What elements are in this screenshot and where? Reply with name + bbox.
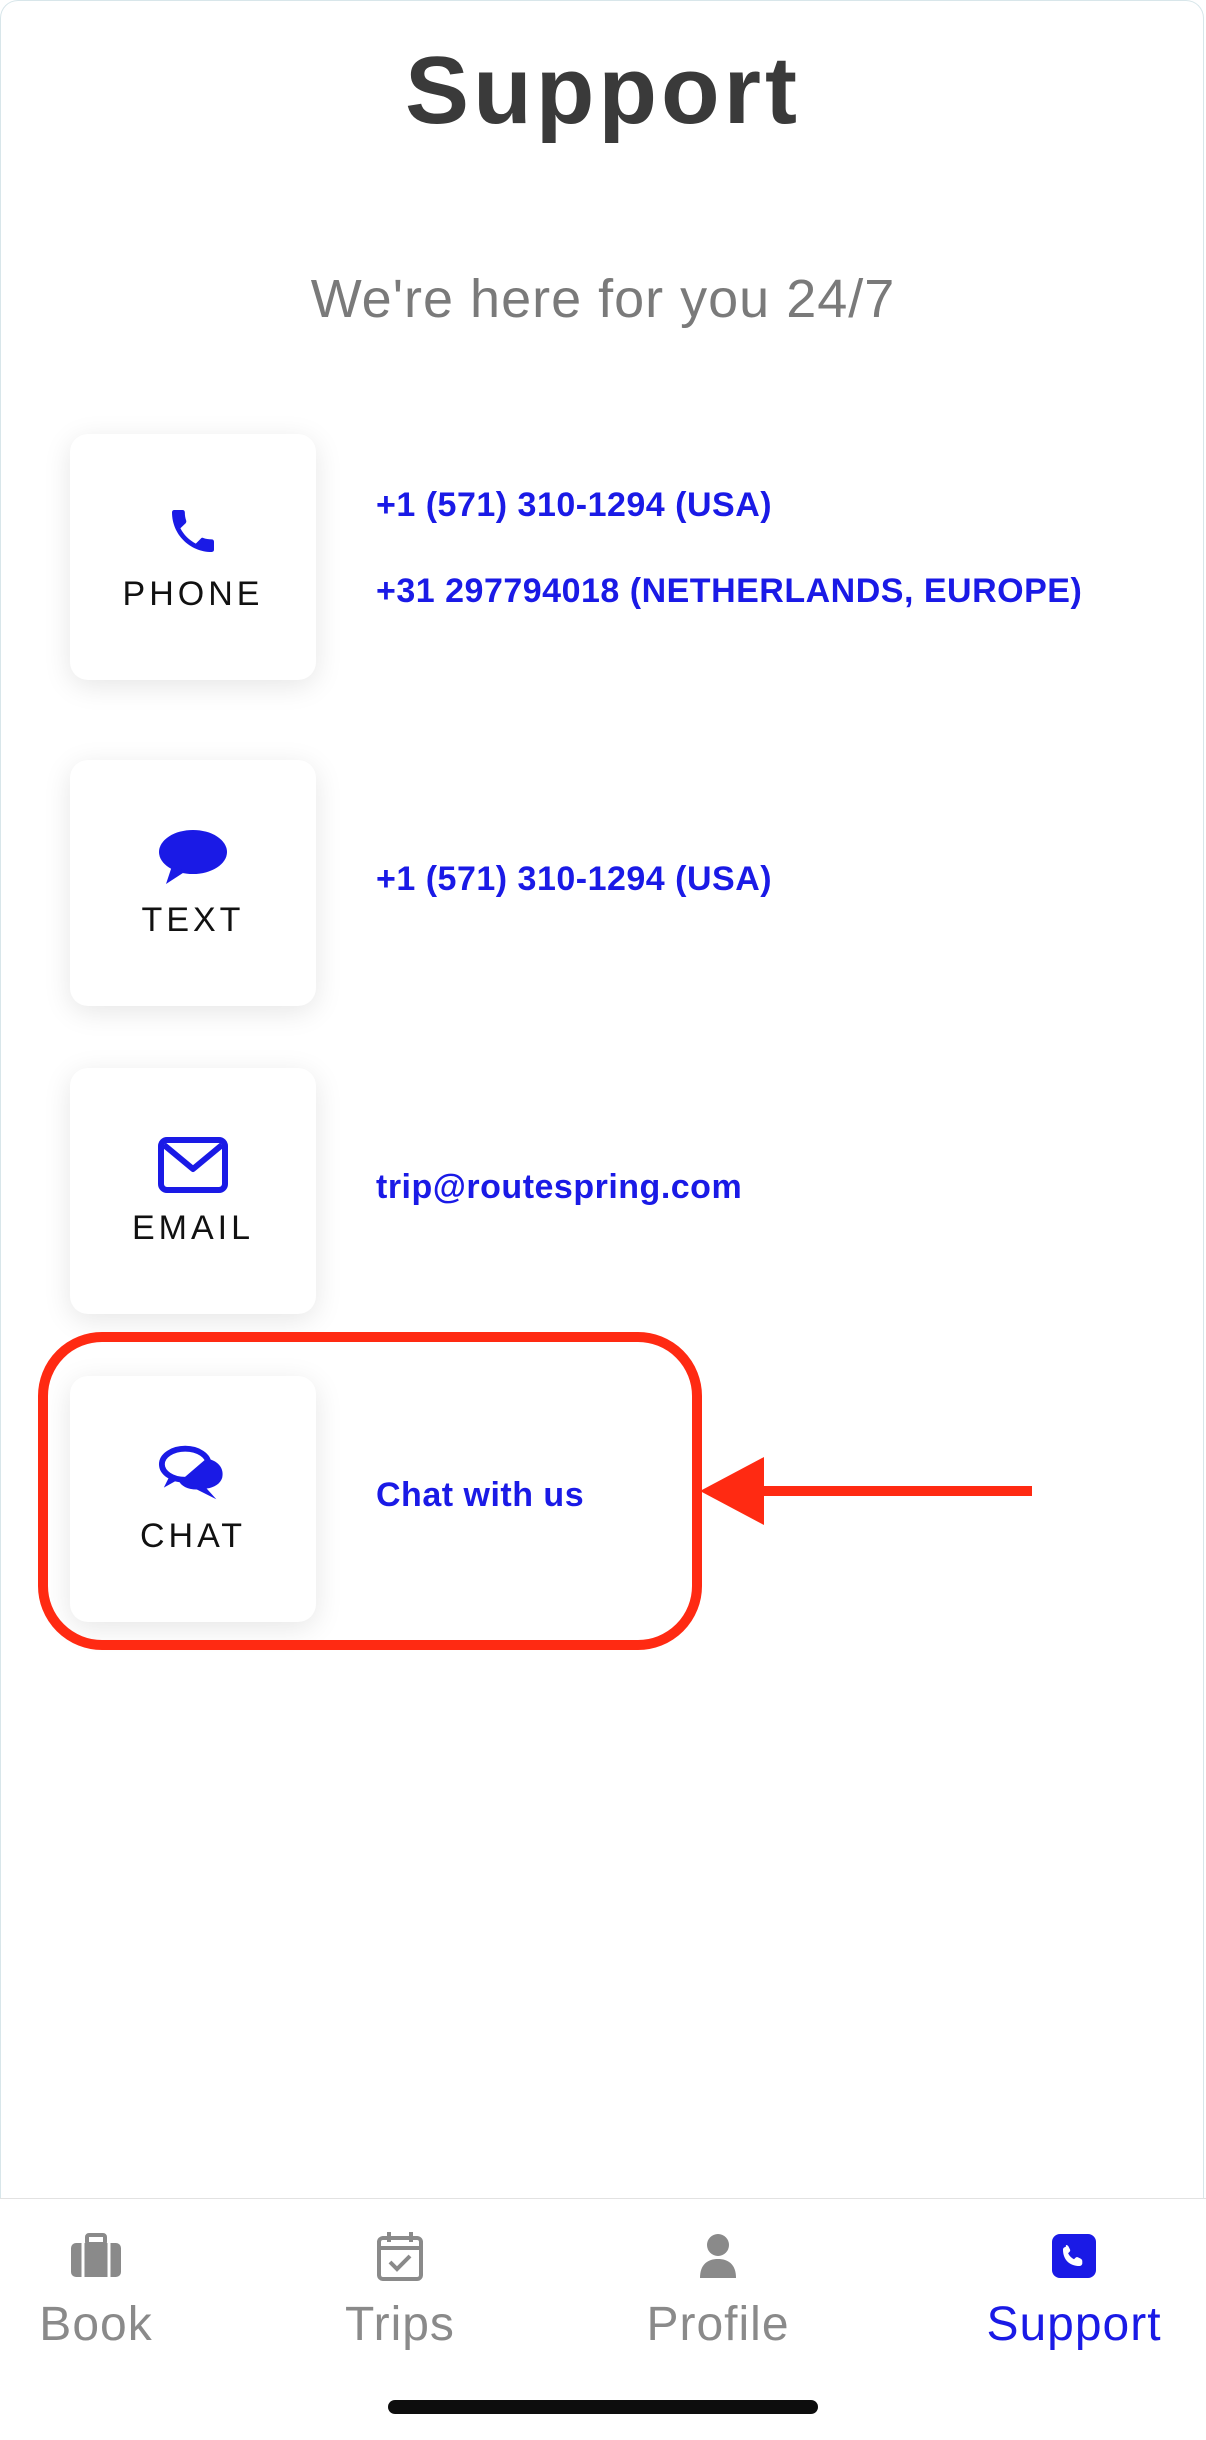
phone-icon — [158, 501, 228, 561]
email-address[interactable]: trip@routespring.com — [376, 1168, 742, 1207]
page-subtitle: We're here for you 24/7 — [310, 269, 896, 329]
phone-number-usa[interactable]: +1 (571) 310-1294 (USA) — [376, 486, 772, 525]
tab-book-label: Book — [39, 2298, 153, 2351]
tab-profile-label: Profile — [646, 2298, 790, 2351]
email-card[interactable]: EMAIL — [70, 1068, 316, 1314]
tab-book[interactable]: Book — [0, 2229, 216, 2352]
annotation-arrow-icon — [700, 1457, 1032, 1525]
person-icon — [688, 2229, 748, 2283]
chat-highlight-box — [38, 1332, 702, 1650]
text-card[interactable]: TEXT — [70, 760, 316, 1006]
briefcase-icon — [66, 2229, 126, 2283]
tab-profile[interactable]: Profile — [598, 2229, 838, 2352]
email-label: EMAIL — [131, 1208, 255, 1247]
calendar-check-icon — [370, 2229, 430, 2283]
page-title: Support — [405, 37, 801, 144]
tab-support-label: Support — [986, 2298, 1162, 2351]
home-indicator — [388, 2400, 818, 2414]
tab-trips-label: Trips — [345, 2298, 455, 2351]
phone-label: PHONE — [122, 574, 264, 613]
phone-square-icon — [1044, 2229, 1104, 2283]
envelope-icon — [158, 1135, 228, 1195]
phone-card[interactable]: PHONE — [70, 434, 316, 680]
tab-support[interactable]: Support — [954, 2229, 1194, 2352]
text-number[interactable]: +1 (571) 310-1294 (USA) — [376, 860, 772, 899]
tab-trips[interactable]: Trips — [280, 2229, 520, 2352]
speech-bubble-icon — [158, 827, 228, 887]
text-label: TEXT — [141, 900, 245, 939]
phone-number-netherlands[interactable]: +31 297794018 (NETHERLANDS, EUROPE) — [376, 572, 1082, 611]
